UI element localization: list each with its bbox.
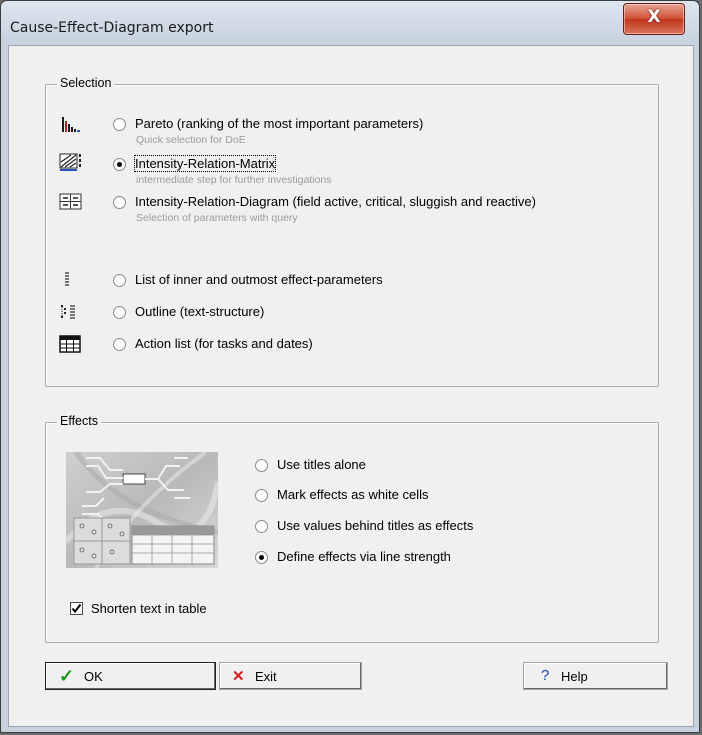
effects-group: Effects Use titles alone Mark effects as… bbox=[45, 414, 659, 643]
table-icon bbox=[59, 335, 81, 353]
radio-outline[interactable] bbox=[113, 306, 126, 319]
help-button[interactable]: ? Help bbox=[523, 662, 668, 690]
option-relation-diagram-label: Intensity-Relation-Diagram (field active… bbox=[135, 194, 536, 209]
effects-option-line-strength-label: Define effects via line strength bbox=[277, 549, 451, 564]
option-matrix[interactable]: Intensity-Relation-Matrix intermediate s… bbox=[46, 153, 686, 186]
option-list[interactable]: List of inner and outmost effect-paramet… bbox=[46, 271, 686, 295]
effects-option-titles-alone-label: Use titles alone bbox=[277, 457, 366, 472]
effects-illustration bbox=[66, 452, 218, 568]
radio-pareto[interactable] bbox=[113, 118, 126, 131]
dialog-window: Cause-Effect-Diagram export X Selection … bbox=[0, 0, 700, 733]
option-action-list[interactable]: Action list (for tasks and dates) bbox=[46, 335, 686, 359]
help-button-label: Help bbox=[561, 669, 588, 684]
effects-option-white-cells-label: Mark effects as white cells bbox=[277, 487, 429, 502]
cross-icon: ✕ bbox=[232, 668, 245, 685]
matrix-icon bbox=[59, 153, 81, 171]
ok-button[interactable]: ✓ OK bbox=[45, 662, 216, 690]
radio-relation-diagram[interactable] bbox=[113, 196, 126, 209]
radio-list[interactable] bbox=[113, 274, 126, 287]
dialog-body: Selection Pareto (ranking of the most im… bbox=[8, 45, 694, 727]
option-relation-diagram-sub: Selection of parameters with query bbox=[136, 212, 298, 224]
radio-matrix[interactable] bbox=[113, 158, 126, 171]
radio-white-cells[interactable] bbox=[255, 489, 268, 502]
question-icon: ? bbox=[541, 667, 550, 684]
exit-button-label: Exit bbox=[255, 669, 277, 684]
shorten-text-checkbox-row[interactable]: Shorten text in table bbox=[70, 600, 270, 618]
ok-button-label: OK bbox=[84, 669, 103, 684]
outline-icon bbox=[61, 305, 75, 319]
option-list-label: List of inner and outmost effect-paramet… bbox=[135, 272, 383, 287]
option-action-list-label: Action list (for tasks and dates) bbox=[135, 336, 313, 351]
close-button[interactable]: X bbox=[623, 3, 685, 35]
option-relation-diagram[interactable]: Intensity-Relation-Diagram (field active… bbox=[46, 193, 686, 224]
radio-action-list[interactable] bbox=[113, 338, 126, 351]
selection-group: Selection Pareto (ranking of the most im… bbox=[45, 76, 659, 387]
shorten-text-label: Shorten text in table bbox=[91, 601, 207, 616]
radio-values-behind-titles[interactable] bbox=[255, 520, 268, 533]
checkmark-icon: ✓ bbox=[59, 666, 75, 686]
exit-button[interactable]: ✕ Exit bbox=[219, 662, 362, 690]
effects-group-label: Effects bbox=[57, 414, 101, 428]
option-pareto-label: Pareto (ranking of the most important pa… bbox=[135, 116, 424, 131]
close-icon: X bbox=[647, 7, 661, 27]
option-matrix-label: Intensity-Relation-Matrix bbox=[133, 155, 277, 172]
radio-line-strength[interactable] bbox=[255, 551, 268, 564]
option-matrix-text: Intensity-Relation-Matrix bbox=[133, 155, 277, 172]
relation-diagram-icon bbox=[59, 193, 82, 210]
checkmark-icon bbox=[71, 603, 82, 614]
option-pareto[interactable]: Pareto (ranking of the most important pa… bbox=[46, 115, 686, 146]
list-icon bbox=[65, 272, 69, 286]
title-bar[interactable]: Cause-Effect-Diagram export X bbox=[1, 1, 699, 41]
option-outline-label: Outline (text-structure) bbox=[135, 304, 265, 319]
window-title: Cause-Effect-Diagram export bbox=[10, 20, 214, 36]
option-outline[interactable]: Outline (text-structure) bbox=[46, 303, 686, 327]
shorten-text-checkbox[interactable] bbox=[70, 602, 83, 615]
radio-titles-alone[interactable] bbox=[255, 459, 268, 472]
option-matrix-sub: intermediate step for further investigat… bbox=[136, 174, 332, 186]
option-pareto-sub: Quick selection for DoE bbox=[136, 134, 246, 146]
selection-group-label: Selection bbox=[57, 76, 115, 90]
effects-option-values-behind-titles-label: Use values behind titles as effects bbox=[277, 518, 474, 533]
pareto-chart-icon bbox=[62, 117, 80, 132]
